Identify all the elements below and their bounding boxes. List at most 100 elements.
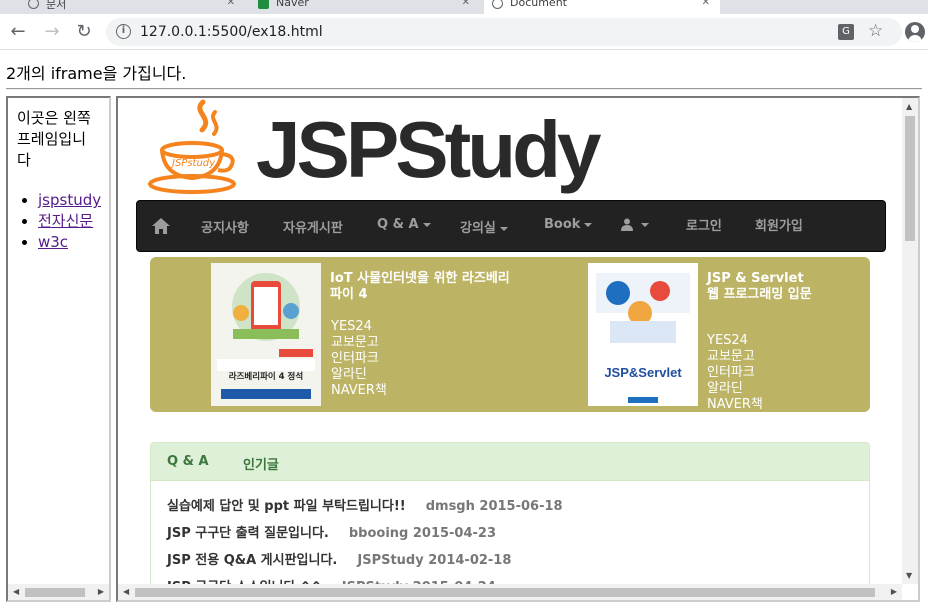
nav-book-label: Book (544, 217, 581, 232)
nav-lecture[interactable]: 강의실 (460, 217, 508, 236)
scroll-left-icon[interactable]: ◀ (13, 587, 19, 596)
nav-qna[interactable]: Q & A (377, 217, 431, 232)
panel-header: Q & A 인기글 (151, 443, 869, 481)
nav-lecture-label: 강의실 (460, 221, 496, 236)
scroll-right-icon[interactable]: ▶ (98, 587, 104, 596)
coffee-cup-icon: JSPstudy (148, 99, 236, 194)
left-iframe[interactable]: 이곳은 왼쪽 프레임입니다 jspstudy 전자신문 w3c ◀ ▶ (6, 96, 111, 602)
forward-icon[interactable]: → (40, 20, 64, 44)
scroll-left-icon[interactable]: ◀ (123, 587, 129, 596)
cover-art (588, 263, 698, 406)
store-interpark[interactable]: 인터파크 (331, 351, 411, 367)
tab-strip: 문서 ✕ Naver ✕ Document ✕ (0, 0, 928, 14)
post-meta: bbooing 2015-04-23 (348, 526, 497, 541)
book-cover-jsp-servlet[interactable]: JSP&Servlet (588, 263, 698, 406)
translate-icon[interactable]: G (838, 24, 854, 40)
nav-free-board[interactable]: 자유게시판 (283, 217, 343, 236)
nav-notice[interactable]: 공지사항 (201, 217, 249, 236)
left-frame-text: 이곳은 왼쪽 프레임입니다 (17, 109, 91, 169)
globe-icon (492, 0, 503, 9)
star-icon[interactable]: ☆ (868, 21, 883, 41)
post-title[interactable]: 실습예제 답안 및 ppt 파일 부탁드립니다!! (167, 499, 406, 514)
post-meta: JSPStudy 2014-02-18 (357, 553, 512, 568)
tab-popular[interactable]: 인기글 (243, 454, 279, 473)
info-icon[interactable]: i (116, 24, 131, 39)
list-item: w3c (38, 232, 109, 253)
store-aladin[interactable]: 알라딘 (707, 381, 787, 397)
horizontal-scrollbar[interactable]: ◀ ▶ (118, 584, 902, 600)
caret-down-icon (641, 222, 649, 227)
url-text[interactable]: 127.0.0.1:5500/ex18.html (140, 24, 323, 40)
post-title[interactable]: JSP 구구단 출력 질문입니다. (167, 526, 329, 541)
book-title-raspberry-pi[interactable]: IoT 사물인터넷을 위한 라즈베리파이 4 (330, 271, 520, 303)
tab-2[interactable]: Naver ✕ (250, 0, 480, 14)
store-naver[interactable]: NAVER책 (331, 383, 411, 399)
close-icon[interactable]: ✕ (227, 0, 235, 8)
tab-label: Naver (276, 0, 309, 9)
caret-down-icon (499, 226, 508, 231)
scroll-right-icon[interactable]: ▶ (891, 587, 897, 596)
list-item[interactable]: JSP 구구단 출력 질문입니다. bbooing 2015-04-23 (167, 522, 496, 541)
book-cover-raspberry-pi[interactable]: 라즈베리파이 4 정석 (211, 263, 321, 406)
list-item[interactable]: 실습예제 답안 및 ppt 파일 부탁드립니다!! dmsgh 2015-06-1… (167, 495, 563, 514)
book-stores-1: YES24 교보문고 인터파크 알라딘 NAVER책 (331, 319, 411, 399)
jspstudy-link[interactable]: jspstudy (38, 191, 101, 209)
nav-signup[interactable]: 회원가입 (755, 215, 803, 234)
qna-panel: Q & A 인기글 실습예제 답안 및 ppt 파일 부탁드립니다!! dmsgh… (150, 442, 870, 600)
tab-label: 문서 (46, 0, 67, 11)
close-icon[interactable]: ✕ (462, 0, 470, 8)
logo-wordmark: JSPStudy (256, 105, 601, 194)
link-list: jspstudy 전자신문 w3c (38, 190, 109, 253)
page-heading: 2개의 iframe을 가집니다. (6, 64, 187, 83)
vertical-scrollbar[interactable]: ▲ ▼ (902, 98, 918, 584)
nav-login[interactable]: 로그인 (686, 215, 722, 234)
back-icon[interactable]: ← (6, 20, 30, 44)
tab-label: Document (510, 0, 567, 9)
scrollbar-thumb[interactable] (905, 116, 915, 241)
horizontal-scrollbar[interactable]: ◀ ▶ (8, 584, 109, 600)
svg-text:JSPstudy: JSPstudy (170, 158, 216, 169)
profile-icon[interactable] (905, 22, 925, 42)
divider (6, 88, 922, 90)
cover-title: 라즈베리파이 4 정석 (228, 372, 304, 382)
list-item: 전자신문 (38, 211, 109, 232)
store-interpark[interactable]: 인터파크 (707, 365, 787, 381)
jspstudy-logo[interactable]: JSPstudy JSPStudy (148, 98, 618, 198)
address-bar[interactable]: i 127.0.0.1:5500/ex18.html G ☆ (106, 18, 902, 46)
store-yes24[interactable]: YES24 (707, 333, 787, 349)
reload-icon[interactable]: ↻ (72, 20, 96, 44)
caret-down-icon (422, 222, 431, 227)
right-iframe[interactable]: JSPstudy JSPStudy 공지사항 자유게시판 Q & A 강의실 B… (116, 96, 920, 602)
scroll-up-icon[interactable]: ▲ (906, 102, 912, 111)
store-kyobo[interactable]: 교보문고 (707, 349, 787, 365)
browser-toolbar: ← → ↻ i 127.0.0.1:5500/ex18.html G ☆ (0, 14, 928, 50)
store-yes24[interactable]: YES24 (331, 319, 411, 335)
etnews-link[interactable]: 전자신문 (38, 212, 93, 230)
tab-3[interactable]: Document ✕ (484, 0, 720, 14)
book-stores-2: YES24 교보문고 인터파크 알라딘 NAVER책 (707, 333, 787, 413)
list-item: jspstudy (38, 190, 109, 211)
naver-icon (258, 0, 269, 9)
main-navbar: 공지사항 자유게시판 Q & A 강의실 Book 로그인 회원가입 (136, 200, 886, 252)
store-aladin[interactable]: 알라딘 (331, 367, 411, 383)
nav-qna-label: Q & A (377, 217, 419, 232)
home-icon[interactable] (151, 217, 171, 235)
book-title-jsp-servlet[interactable]: JSP & Servlet 웹 프로그래밍 입문 (707, 271, 817, 303)
scrollbar-thumb[interactable] (25, 588, 85, 597)
tab-qna[interactable]: Q & A (167, 454, 209, 469)
post-meta: dmsgh 2015-06-18 (425, 499, 563, 514)
books-banner: 라즈베리파이 4 정석 IoT 사물인터넷을 위한 라즈베리파이 4 YES24… (150, 257, 870, 412)
w3c-link[interactable]: w3c (38, 233, 68, 251)
nav-user[interactable] (621, 217, 649, 232)
tab-1[interactable]: 문서 ✕ (20, 0, 245, 14)
nav-book[interactable]: Book (544, 217, 593, 232)
store-naver[interactable]: NAVER책 (707, 397, 787, 413)
scrollbar-thumb[interactable] (135, 588, 875, 597)
page-icon (28, 0, 39, 9)
store-kyobo[interactable]: 교보문고 (331, 335, 411, 351)
scroll-down-icon[interactable]: ▼ (906, 571, 912, 580)
post-title[interactable]: JSP 전용 Q&A 게시판입니다. (167, 553, 337, 568)
caret-down-icon (584, 222, 593, 227)
close-icon[interactable]: ✕ (702, 0, 710, 8)
list-item[interactable]: JSP 전용 Q&A 게시판입니다. JSPStudy 2014-02-18 (167, 549, 511, 568)
